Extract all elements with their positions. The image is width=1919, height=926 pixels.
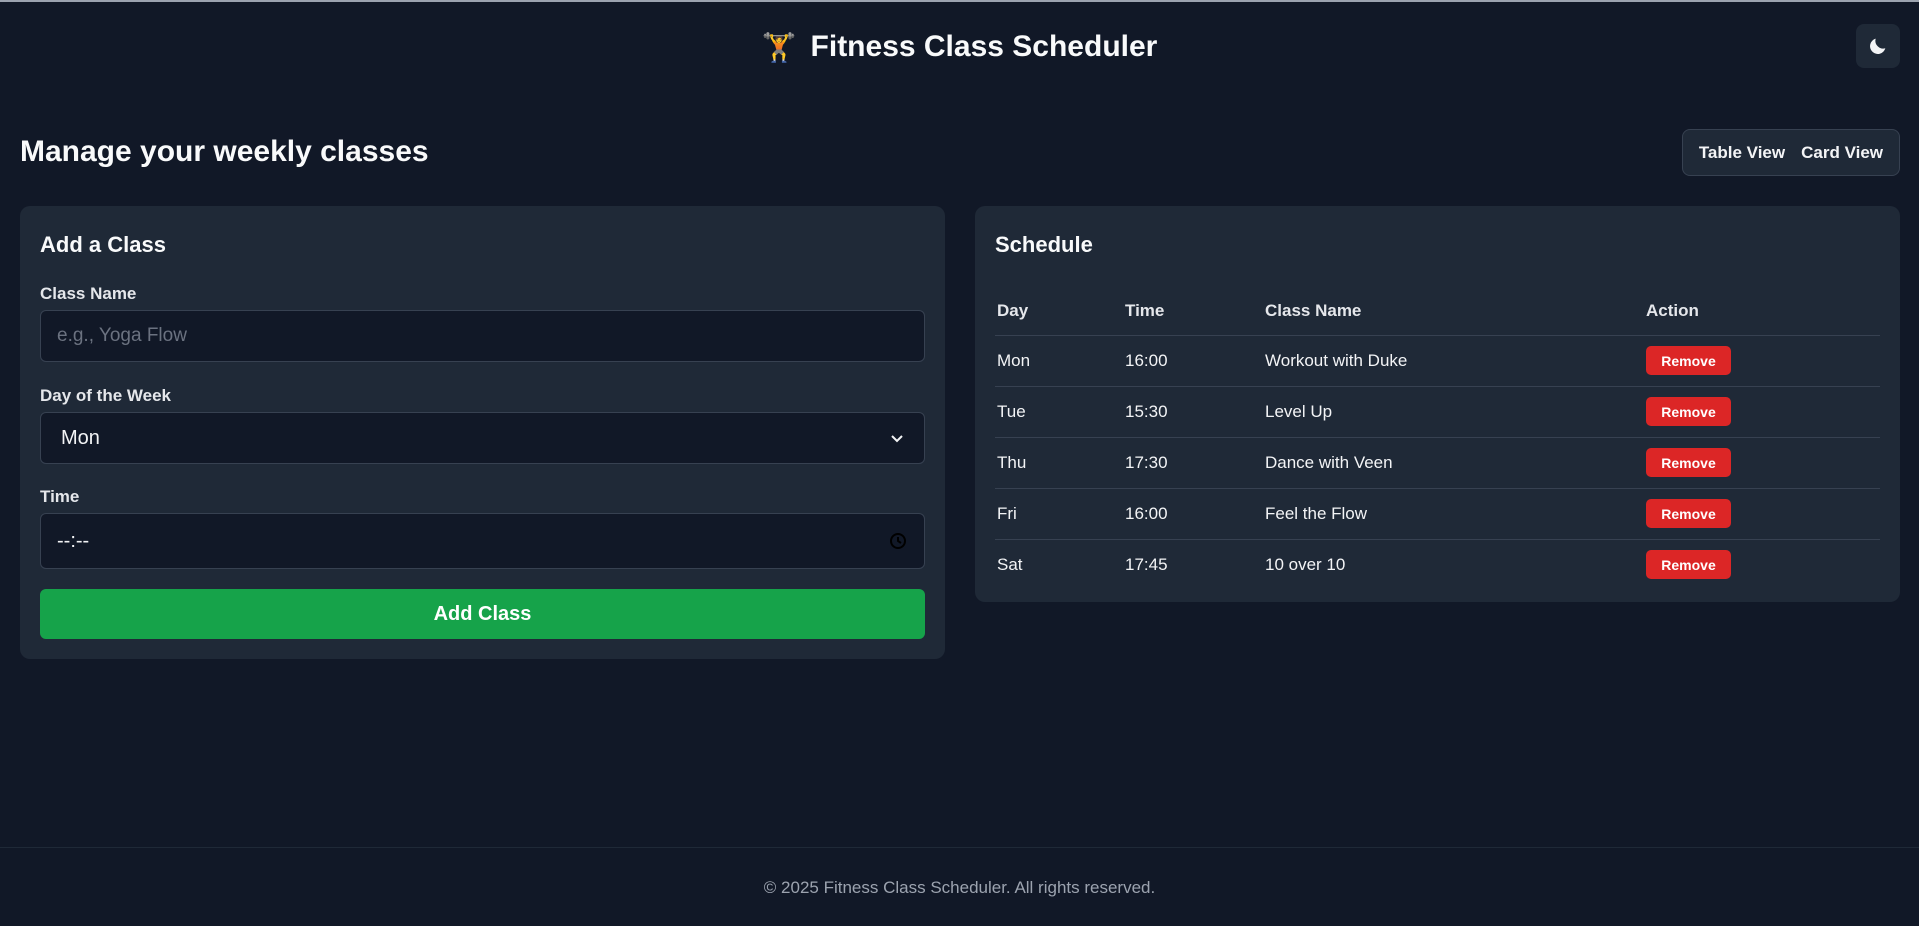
view-toggle: Table View Card View	[1681, 129, 1900, 176]
row-class-name: Level Up	[1263, 386, 1644, 438]
table-row: Tue 15:30 Level Up Remove	[995, 386, 1880, 438]
class-name-input[interactable]	[40, 310, 925, 362]
remove-button[interactable]: Remove	[1646, 499, 1731, 528]
column-header-class-name: Class Name	[1263, 287, 1644, 336]
page-footer: © 2025 Fitness Class Scheduler. All righ…	[0, 847, 1919, 926]
add-class-title: Add a Class	[40, 232, 166, 257]
row-day: Mon	[995, 335, 1123, 387]
add-class-panel: Add a Class Class Name Day of the Week M…	[20, 206, 945, 659]
remove-button[interactable]: Remove	[1646, 397, 1731, 426]
time-input-value: --:--	[57, 529, 90, 552]
row-class-name: Feel the Flow	[1263, 488, 1644, 540]
table-view-button[interactable]: Table View	[1691, 130, 1793, 175]
column-header-time: Time	[1123, 287, 1263, 336]
row-day: Tue	[995, 386, 1123, 438]
app-title: 🏋 Fitness Class Scheduler	[0, 30, 1919, 64]
row-day: Sat	[997, 554, 1023, 574]
theme-toggle-button[interactable]	[1856, 24, 1900, 68]
schedule-title: Schedule	[995, 232, 1093, 257]
row-time: 16:00	[1123, 335, 1263, 387]
table-row: Thu 17:30 Dance with Veen Remove	[995, 437, 1880, 489]
time-input[interactable]: --:--	[40, 513, 925, 569]
table-row: Sat 17:45 10 over 10 Remove	[995, 539, 1880, 590]
class-name-label: Class Name	[40, 284, 137, 303]
row-class-name: Workout with Duke	[1263, 335, 1644, 387]
moon-icon	[1870, 38, 1886, 54]
row-class-name: 10 over 10	[1265, 554, 1346, 574]
clock-icon[interactable]	[888, 531, 908, 551]
weightlifter-icon: 🏋	[761, 31, 797, 63]
row-time: 16:00	[1123, 488, 1263, 540]
schedule-table: Day Time Class Name Action Mon 16:00 Wor…	[995, 287, 1880, 590]
remove-button[interactable]: Remove	[1646, 346, 1731, 375]
day-select-value: Mon	[61, 426, 100, 449]
page-heading: Manage your weekly classes	[20, 135, 429, 168]
row-time: 15:30	[1123, 386, 1263, 438]
chevron-down-icon	[891, 435, 903, 443]
table-row: Fri 16:00 Feel the Flow Remove	[995, 488, 1880, 540]
card-view-button[interactable]: Card View	[1793, 130, 1891, 175]
app-header: 🏋 Fitness Class Scheduler	[0, 2, 1919, 94]
footer-text: © 2025 Fitness Class Scheduler. All righ…	[763, 878, 1156, 897]
schedule-panel: Schedule Day Time Class Name Action Mon …	[975, 206, 1900, 602]
table-header-row: Day Time Class Name Action	[995, 287, 1880, 336]
column-header-day: Day	[995, 287, 1123, 336]
column-header-action: Action	[1644, 287, 1880, 336]
day-label: Day of the Week	[40, 386, 172, 405]
time-label: Time	[40, 487, 80, 506]
row-day: Thu	[995, 437, 1123, 489]
row-day: Fri	[995, 488, 1123, 540]
row-class-name: Dance with Veen	[1263, 437, 1644, 489]
add-class-button[interactable]: Add Class	[40, 589, 925, 639]
table-row: Mon 16:00 Workout with Duke Remove	[995, 335, 1880, 387]
row-time: 17:45	[1125, 554, 1168, 574]
row-time: 17:30	[1123, 437, 1263, 489]
remove-button[interactable]: Remove	[1646, 448, 1731, 477]
app-title-text: Fitness Class Scheduler	[810, 30, 1158, 63]
remove-button[interactable]: Remove	[1646, 550, 1731, 580]
day-select[interactable]: Mon	[40, 412, 925, 464]
